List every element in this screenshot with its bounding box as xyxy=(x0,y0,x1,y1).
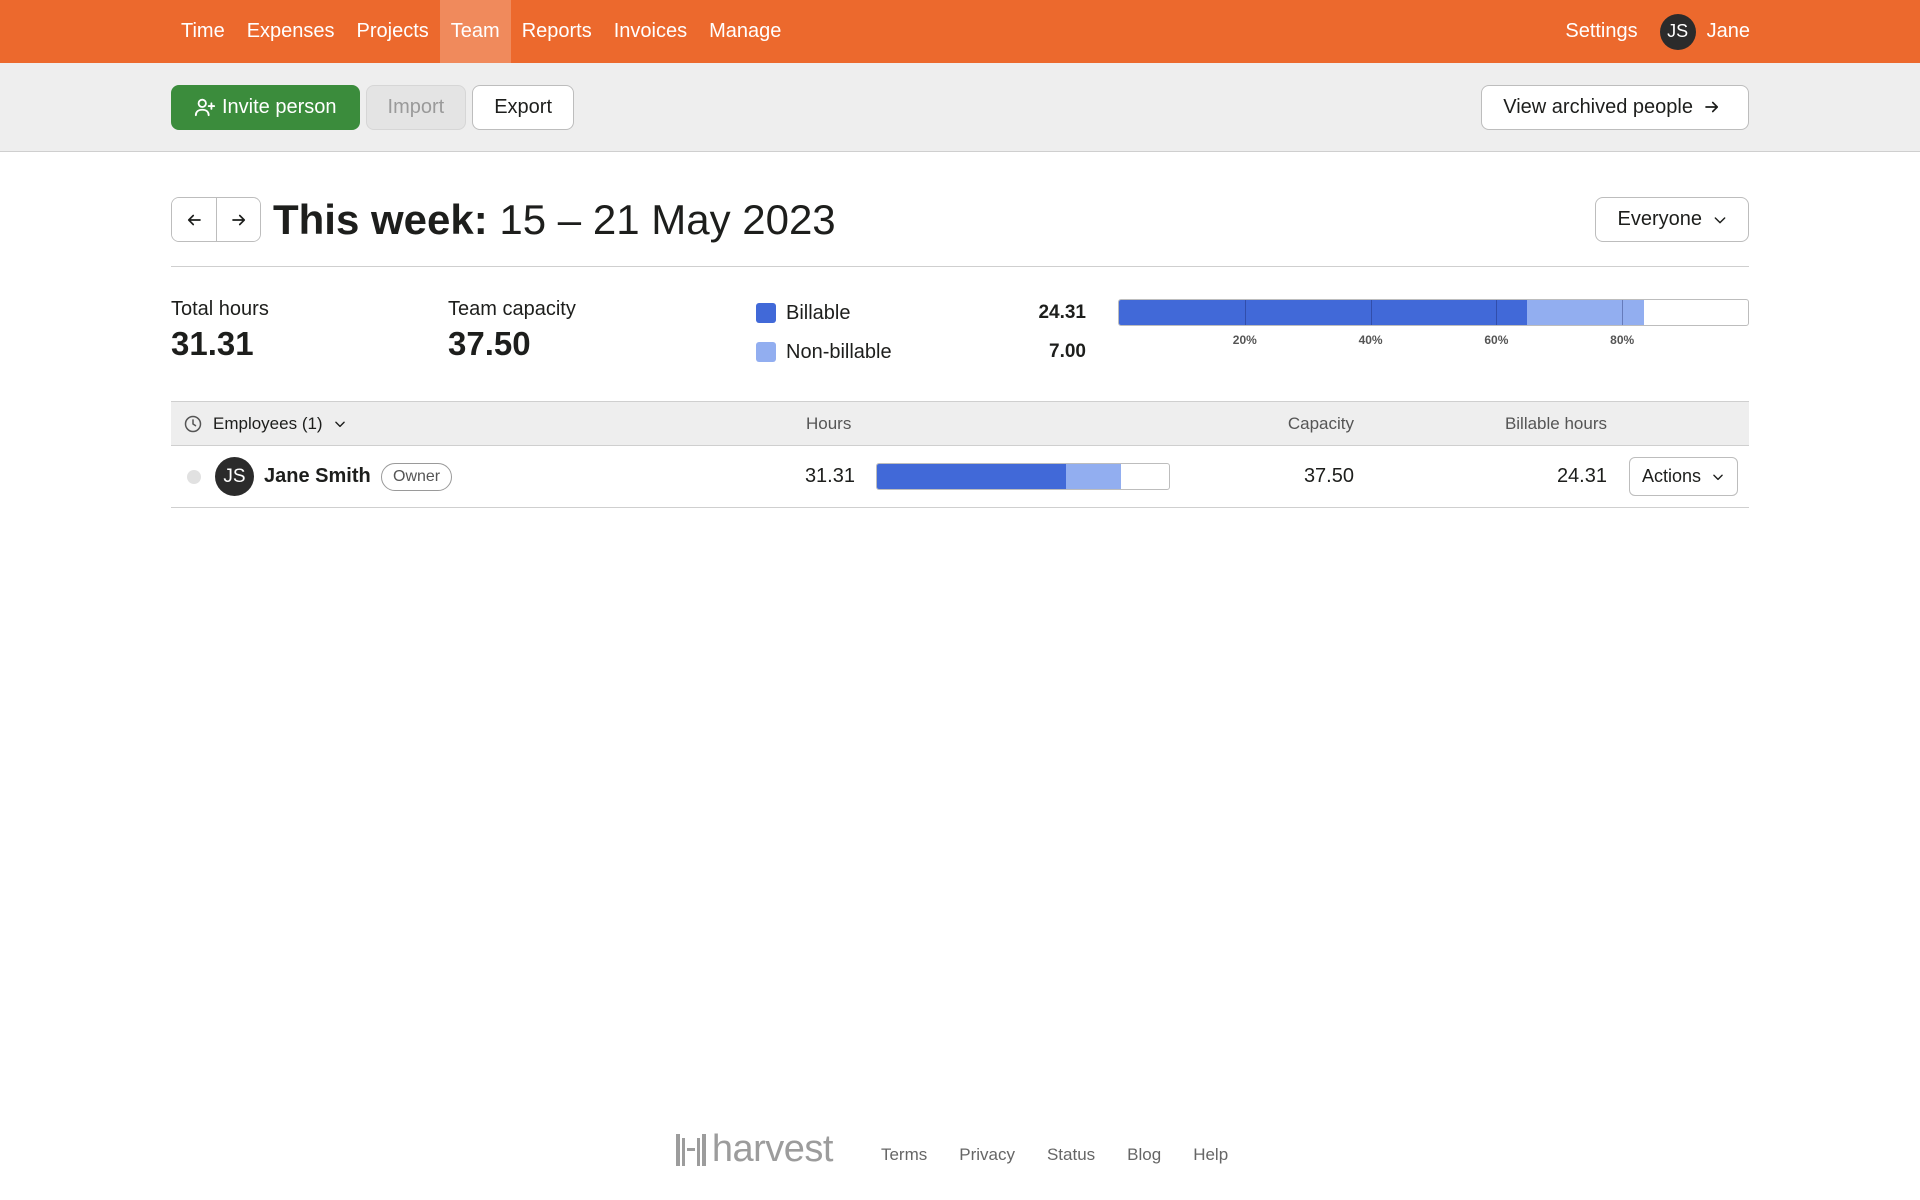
week-nav: This week: 15 – 21 May 2023 xyxy=(171,197,836,242)
capacity-tick-label: 80% xyxy=(1610,333,1635,347)
team-table: Employees (1) Hours Capacity Billable ho… xyxy=(171,401,1749,508)
billable-label: Billable xyxy=(786,301,851,324)
person-capacity: 37.50 xyxy=(1303,465,1354,487)
capacity-tick-label: 40% xyxy=(1358,333,1383,347)
capacity-tick-label: 60% xyxy=(1484,333,1509,347)
hours-legend: Billable 24.31 Non-billable 7.00 xyxy=(756,298,1086,376)
capacity-bar-tick xyxy=(1244,300,1246,325)
footer-link-terms[interactable]: Terms xyxy=(881,1145,927,1165)
people-filter-dropdown[interactable]: Everyone xyxy=(1594,197,1749,242)
invite-person-label: Invite person xyxy=(222,95,337,118)
import-button[interactable]: Import xyxy=(365,84,467,130)
nonbillable-swatch xyxy=(756,342,776,362)
account-menu: Settings JS Jane xyxy=(1554,0,1750,63)
nav-manage[interactable]: Manage xyxy=(698,0,792,63)
footer-link-status[interactable]: Status xyxy=(1047,1145,1095,1165)
week-range: 15 – 21 May 2023 xyxy=(499,196,836,243)
chevron-down-icon xyxy=(334,421,345,428)
nonbillable-value: 7.00 xyxy=(1049,341,1086,362)
team-capacity-value: 37.50 xyxy=(448,325,531,362)
hours-column-header: Hours xyxy=(806,414,852,433)
person-bar-billable xyxy=(877,464,1067,489)
status-dot xyxy=(187,470,201,484)
actions-dropdown[interactable]: Actions xyxy=(1628,457,1738,496)
billable-swatch xyxy=(756,303,776,323)
footer: harvest Terms Privacy Status Blog Help xyxy=(0,1128,1920,1171)
arrow-right-icon xyxy=(1705,101,1719,113)
nonbillable-label: Non-billable xyxy=(786,340,892,363)
view-archived-people-button[interactable]: View archived people xyxy=(1481,84,1749,130)
avatar: JS xyxy=(215,457,254,496)
user-menu[interactable]: JS Jane xyxy=(1649,0,1750,63)
nav-settings[interactable]: Settings xyxy=(1554,0,1648,63)
capacity-bar-tick xyxy=(1496,300,1498,325)
week-title-prefix: This week: xyxy=(273,196,488,243)
billable-hours-column-header: Billable hours xyxy=(1504,414,1607,433)
harvest-logo[interactable]: harvest xyxy=(675,1128,834,1171)
toolbar-actions: Invite person Import Export xyxy=(171,84,575,130)
employee-group-label: Employees (1) xyxy=(213,414,323,433)
role-badge-wrap: Owner xyxy=(381,446,453,507)
hours-summary: Total hours 31.31 Team capacity 37.50 Bi… xyxy=(171,298,1749,402)
total-hours-label: Total hours xyxy=(171,298,269,320)
nav-invoices[interactable]: Invoices xyxy=(603,0,698,63)
chevron-down-icon xyxy=(1714,216,1726,223)
table-header: Employees (1) Hours Capacity Billable ho… xyxy=(171,401,1749,446)
next-week-button[interactable] xyxy=(216,198,260,241)
invite-person-button[interactable]: Invite person xyxy=(171,84,360,130)
avatar: JS xyxy=(1659,13,1696,50)
person-avatar: JS xyxy=(215,446,254,507)
table-row: JS Jane Smith Owner 31.31 37.50 24.31 Ac… xyxy=(171,446,1749,508)
add-user-icon xyxy=(194,98,216,117)
capacity-bar-tick xyxy=(1622,300,1624,325)
page-title: This week: 15 – 21 May 2023 xyxy=(273,197,836,242)
legend-billable: Billable 24.31 xyxy=(756,298,1086,328)
person-billable-hours: 24.31 xyxy=(1556,465,1607,487)
previous-week-button[interactable] xyxy=(172,198,216,241)
capacity-bar xyxy=(1118,299,1749,326)
top-nav: Time Expenses Projects Team Reports Invo… xyxy=(0,0,1920,63)
nav-projects[interactable]: Projects xyxy=(346,0,440,63)
footer-link-help[interactable]: Help xyxy=(1193,1145,1228,1165)
capacity-bar-nonbillable xyxy=(1526,300,1645,325)
export-button[interactable]: Export xyxy=(472,84,575,130)
nav-team[interactable]: Team xyxy=(439,0,511,63)
capacity-bar-billable xyxy=(1119,300,1527,325)
main-menu: Time Expenses Projects Team Reports Invo… xyxy=(170,0,792,63)
legend-nonbillable: Non-billable 7.00 xyxy=(756,337,1086,367)
total-hours-stat: Total hours 31.31 xyxy=(171,298,269,363)
total-hours-value: 31.31 xyxy=(171,325,254,362)
week-header: This week: 15 – 21 May 2023 Everyone xyxy=(171,197,1749,267)
person-name-link[interactable]: Jane Smith xyxy=(264,446,371,507)
harvest-wordmark: harvest xyxy=(711,1128,834,1170)
nav-reports[interactable]: Reports xyxy=(511,0,603,63)
arrow-right-icon xyxy=(231,214,245,225)
footer-link-blog[interactable]: Blog xyxy=(1127,1145,1161,1165)
user-name: Jane xyxy=(1706,20,1750,42)
toolbar: Invite person Import Export View archive… xyxy=(0,63,1920,152)
capacity-bar-tick xyxy=(1370,300,1372,325)
chevron-down-icon xyxy=(1713,474,1723,480)
person-hours-bar xyxy=(876,463,1170,490)
view-archived-label: View archived people xyxy=(1503,95,1693,118)
team-capacity-label: Team capacity xyxy=(448,298,576,320)
footer-link-privacy[interactable]: Privacy xyxy=(959,1145,1015,1165)
person-bar-nonbillable xyxy=(1066,464,1121,489)
team-capacity-stat: Team capacity 37.50 xyxy=(448,298,576,363)
billable-value: 24.31 xyxy=(1038,302,1086,323)
nav-expenses[interactable]: Expenses xyxy=(236,0,346,63)
harvest-logo-icon xyxy=(675,1133,706,1166)
clock-icon xyxy=(184,415,202,433)
capacity-column-header: Capacity xyxy=(1287,414,1354,433)
person-hours: 31.31 xyxy=(804,465,855,487)
role-badge: Owner xyxy=(381,462,453,491)
people-filter-value: Everyone xyxy=(1617,208,1703,230)
employee-group-selector[interactable]: Employees (1) xyxy=(183,402,357,446)
nav-time[interactable]: Time xyxy=(170,0,236,63)
arrow-left-icon xyxy=(187,214,201,225)
capacity-tick-label: 20% xyxy=(1232,333,1257,347)
week-arrows xyxy=(171,197,261,242)
actions-label: Actions xyxy=(1641,466,1701,486)
